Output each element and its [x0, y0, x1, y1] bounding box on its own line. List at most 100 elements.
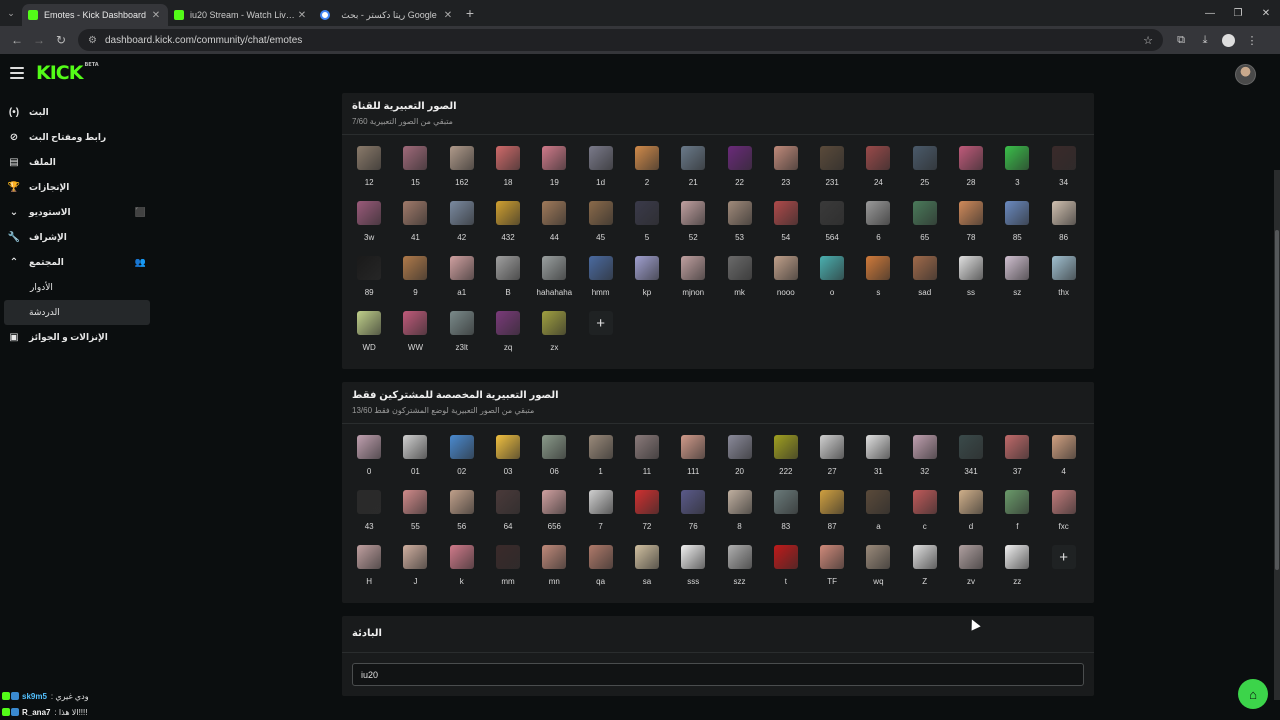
hamburger-menu-icon[interactable] [10, 67, 24, 79]
reload-icon[interactable]: ↻ [50, 33, 72, 47]
profile-icon[interactable] [1222, 33, 1235, 47]
emote-item[interactable]: 15 [392, 145, 438, 200]
download-icon[interactable]: ⤓ [1193, 34, 1217, 47]
sidebar-item[interactable]: الدردشة [4, 300, 150, 325]
emote-item[interactable]: 34 [1040, 145, 1086, 200]
emote-item[interactable]: 78 [948, 200, 994, 255]
sidebar-item[interactable]: 🔧 الإشراف [0, 225, 160, 250]
emote-item[interactable]: 6 [855, 200, 901, 255]
emote-item[interactable]: 8 [716, 489, 762, 544]
emote-item[interactable]: 06 [531, 434, 577, 489]
emote-item[interactable]: d [948, 489, 994, 544]
new-tab-button[interactable]: + [460, 5, 480, 21]
emote-item[interactable]: 3 [994, 145, 1040, 200]
emote-item[interactable]: zz [994, 544, 1040, 599]
emote-item[interactable]: 11 [624, 434, 670, 489]
emote-item[interactable]: hahahaha [531, 255, 577, 310]
emote-item[interactable]: 37 [994, 434, 1040, 489]
emote-item[interactable]: nooo [763, 255, 809, 310]
emote-item[interactable]: 2 [624, 145, 670, 200]
emote-item[interactable]: 432 [485, 200, 531, 255]
emote-item[interactable]: qa [577, 544, 623, 599]
sidebar-action-icon[interactable]: ⬛ [135, 207, 146, 218]
add-emote-button[interactable]: + [1051, 545, 1076, 569]
emote-item[interactable]: zx [531, 310, 577, 365]
emote-item[interactable]: 19 [531, 145, 577, 200]
emote-item[interactable]: 1 [577, 434, 623, 489]
emote-item[interactable]: TF [809, 544, 855, 599]
emote-item[interactable]: 41 [392, 200, 438, 255]
scrollbar[interactable] [1274, 170, 1280, 700]
emote-item[interactable]: 64 [485, 489, 531, 544]
emote-item[interactable]: 02 [439, 434, 485, 489]
emote-item[interactable]: kp [624, 255, 670, 310]
emote-item[interactable]: 231 [809, 145, 855, 200]
sidebar-action-icon[interactable]: 👥 [135, 257, 146, 268]
support-chat-icon[interactable]: ⌂ [1238, 679, 1268, 709]
sidebar-item[interactable]: ⌄ الاستوديو ⬛ [0, 200, 160, 225]
kick-logo[interactable]: KICK BETA [36, 62, 99, 84]
bookmark-star-icon[interactable]: ☆ [1143, 34, 1153, 47]
emote-item[interactable]: H [346, 544, 392, 599]
emote-item[interactable]: mm [485, 544, 531, 599]
emote-item[interactable]: fxc [1040, 489, 1086, 544]
add-emote-button[interactable]: + [588, 311, 613, 335]
forward-icon[interactable]: → [28, 33, 50, 47]
sidebar-item[interactable]: ⊘ رابط ومفتاح البث [0, 125, 160, 150]
emote-item[interactable]: 87 [809, 489, 855, 544]
emote-item[interactable]: 0 [346, 434, 392, 489]
emote-item[interactable]: k [439, 544, 485, 599]
emote-item[interactable]: 54 [763, 200, 809, 255]
emote-item[interactable]: 222 [763, 434, 809, 489]
emote-item[interactable]: s [855, 255, 901, 310]
close-icon[interactable]: ✕ [442, 10, 454, 21]
sidebar-item[interactable]: 🏆 الإنجازات [0, 175, 160, 200]
url-input[interactable]: ⚙ dashboard.kick.com/community/chat/emot… [78, 29, 1163, 51]
emote-item[interactable]: 89 [346, 255, 392, 310]
emote-item[interactable]: 76 [670, 489, 716, 544]
tab-emotes[interactable]: Emotes - Kick Dashboard ✕ [22, 4, 168, 26]
user-avatar[interactable] [1235, 64, 1256, 85]
emote-item[interactable]: 4 [1040, 434, 1086, 489]
emote-item[interactable]: sz [994, 255, 1040, 310]
emote-item[interactable]: 9 [392, 255, 438, 310]
emote-item[interactable]: 56 [439, 489, 485, 544]
emote-item[interactable]: 01 [392, 434, 438, 489]
emote-item[interactable]: 42 [439, 200, 485, 255]
emote-item[interactable]: 18 [485, 145, 531, 200]
emote-item[interactable]: szz [716, 544, 762, 599]
emote-item[interactable]: 24 [855, 145, 901, 200]
scrollbar-thumb[interactable] [1275, 230, 1279, 570]
emote-item[interactable]: 72 [624, 489, 670, 544]
emote-item[interactable]: 55 [392, 489, 438, 544]
emote-item[interactable]: hmm [577, 255, 623, 310]
menu-icon[interactable]: ⋮ [1240, 34, 1264, 47]
emote-item[interactable]: 44 [531, 200, 577, 255]
emote-item[interactable]: mn [531, 544, 577, 599]
emote-item[interactable]: 83 [763, 489, 809, 544]
sidebar-item[interactable]: (•) البث [0, 100, 160, 125]
emote-item[interactable]: 21 [670, 145, 716, 200]
prefix-input[interactable]: iu20 [352, 663, 1084, 686]
emote-item[interactable]: 32 [902, 434, 948, 489]
tab-google[interactable]: ريتا دكستر - بحث Google ✕ [314, 4, 460, 26]
emote-item[interactable]: WW [392, 310, 438, 365]
emote-item[interactable]: 20 [716, 434, 762, 489]
emote-item[interactable]: 43 [346, 489, 392, 544]
emote-item[interactable]: 45 [577, 200, 623, 255]
emote-item[interactable]: B [485, 255, 531, 310]
emote-item[interactable]: wq [855, 544, 901, 599]
emote-item[interactable]: 7 [577, 489, 623, 544]
emote-item[interactable]: c [902, 489, 948, 544]
maximize-icon[interactable]: ❐ [1224, 8, 1252, 19]
emote-item[interactable]: o [809, 255, 855, 310]
emote-item[interactable]: 31 [855, 434, 901, 489]
emote-item[interactable]: 111 [670, 434, 716, 489]
site-info-icon[interactable]: ⚙ [88, 35, 97, 46]
emote-item[interactable]: zq [485, 310, 531, 365]
sidebar-item[interactable]: الأدوار [0, 275, 160, 300]
emote-item[interactable]: 1d [577, 145, 623, 200]
emote-item[interactable]: WD [346, 310, 392, 365]
emote-item[interactable]: 22 [716, 145, 762, 200]
back-icon[interactable]: ← [6, 33, 28, 47]
